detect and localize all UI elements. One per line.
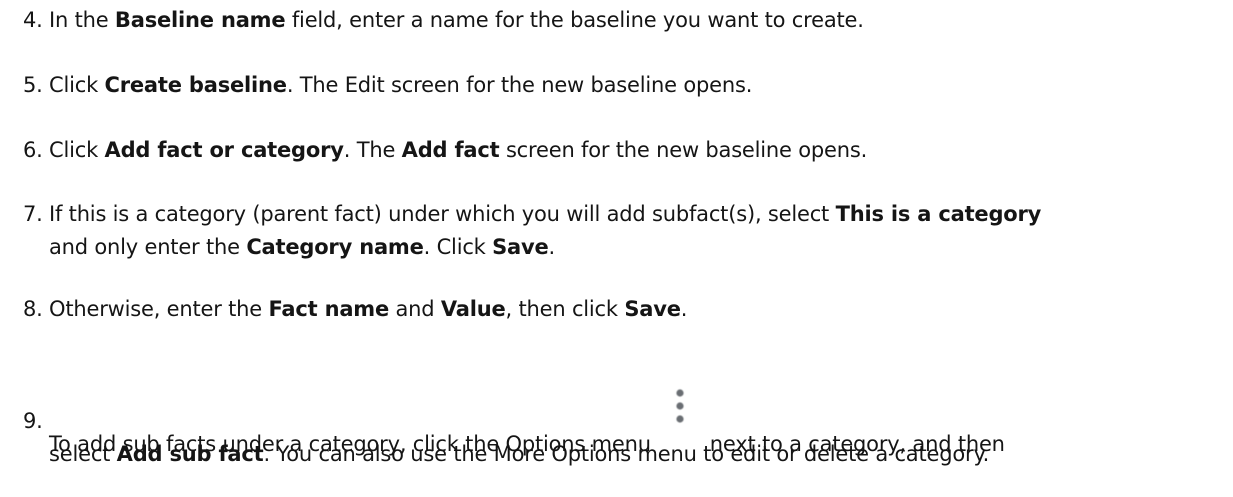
step-text: . The Edit screen for the new baseline o… — [286, 73, 753, 97]
step-text: Otherwise, enter the — [49, 297, 269, 321]
step-text: field, enter a name for the baseline you… — [285, 8, 864, 32]
step-text-line: Click Create baseline. The Edit screen f… — [49, 69, 752, 102]
kebab-menu-icon — [657, 387, 703, 443]
step-text: and — [389, 297, 441, 321]
step-text: . — [680, 297, 688, 321]
step-text-line: If this is a category (parent fact) unde… — [49, 198, 1041, 231]
ui-term: Add sub fact — [116, 442, 264, 466]
step-text: . Click — [423, 235, 493, 259]
step-text: , then click — [505, 297, 625, 321]
step-number: 4. — [23, 8, 43, 32]
step-text: . The — [343, 138, 402, 162]
step-text: Click — [49, 73, 105, 97]
step-number: 6. — [23, 138, 43, 162]
ui-term: Value — [440, 297, 506, 321]
ui-term: Save — [624, 297, 681, 321]
step-text: . You can also use the More Options menu… — [263, 442, 990, 466]
step-text: If this is a category (parent fact) unde… — [49, 202, 836, 226]
ui-term: Add fact — [401, 138, 500, 162]
step-number: 5. — [23, 73, 43, 97]
step-text: screen for the new baseline opens. — [499, 138, 868, 162]
step-text-line: select Add sub fact. You can also use th… — [49, 438, 989, 471]
step-number: 9. — [23, 409, 43, 433]
step-text: and only enter the — [49, 235, 247, 259]
step-text-line: Click Add fact or category. The Add fact… — [49, 134, 867, 167]
step-text-line: Otherwise, enter the Fact name and Value… — [49, 293, 687, 326]
ui-term: Create baseline — [104, 73, 288, 97]
step-number: 7. — [23, 202, 43, 226]
ui-term: Fact name — [268, 297, 390, 321]
step-number: 8. — [23, 297, 43, 321]
step-text: In the — [49, 8, 115, 32]
ui-term: Baseline name — [114, 8, 286, 32]
step-text: Click — [49, 138, 105, 162]
step-text: select — [49, 442, 117, 466]
ui-term: Category name — [246, 235, 424, 259]
ui-term: Add fact or category — [104, 138, 344, 162]
step-text: . — [548, 235, 556, 259]
step-text-line: and only enter the Category name. Click … — [49, 231, 555, 264]
ui-term: Save — [492, 235, 549, 259]
ui-term: This is a category — [835, 202, 1042, 226]
step-text-line: In the Baseline name field, enter a name… — [49, 4, 864, 37]
